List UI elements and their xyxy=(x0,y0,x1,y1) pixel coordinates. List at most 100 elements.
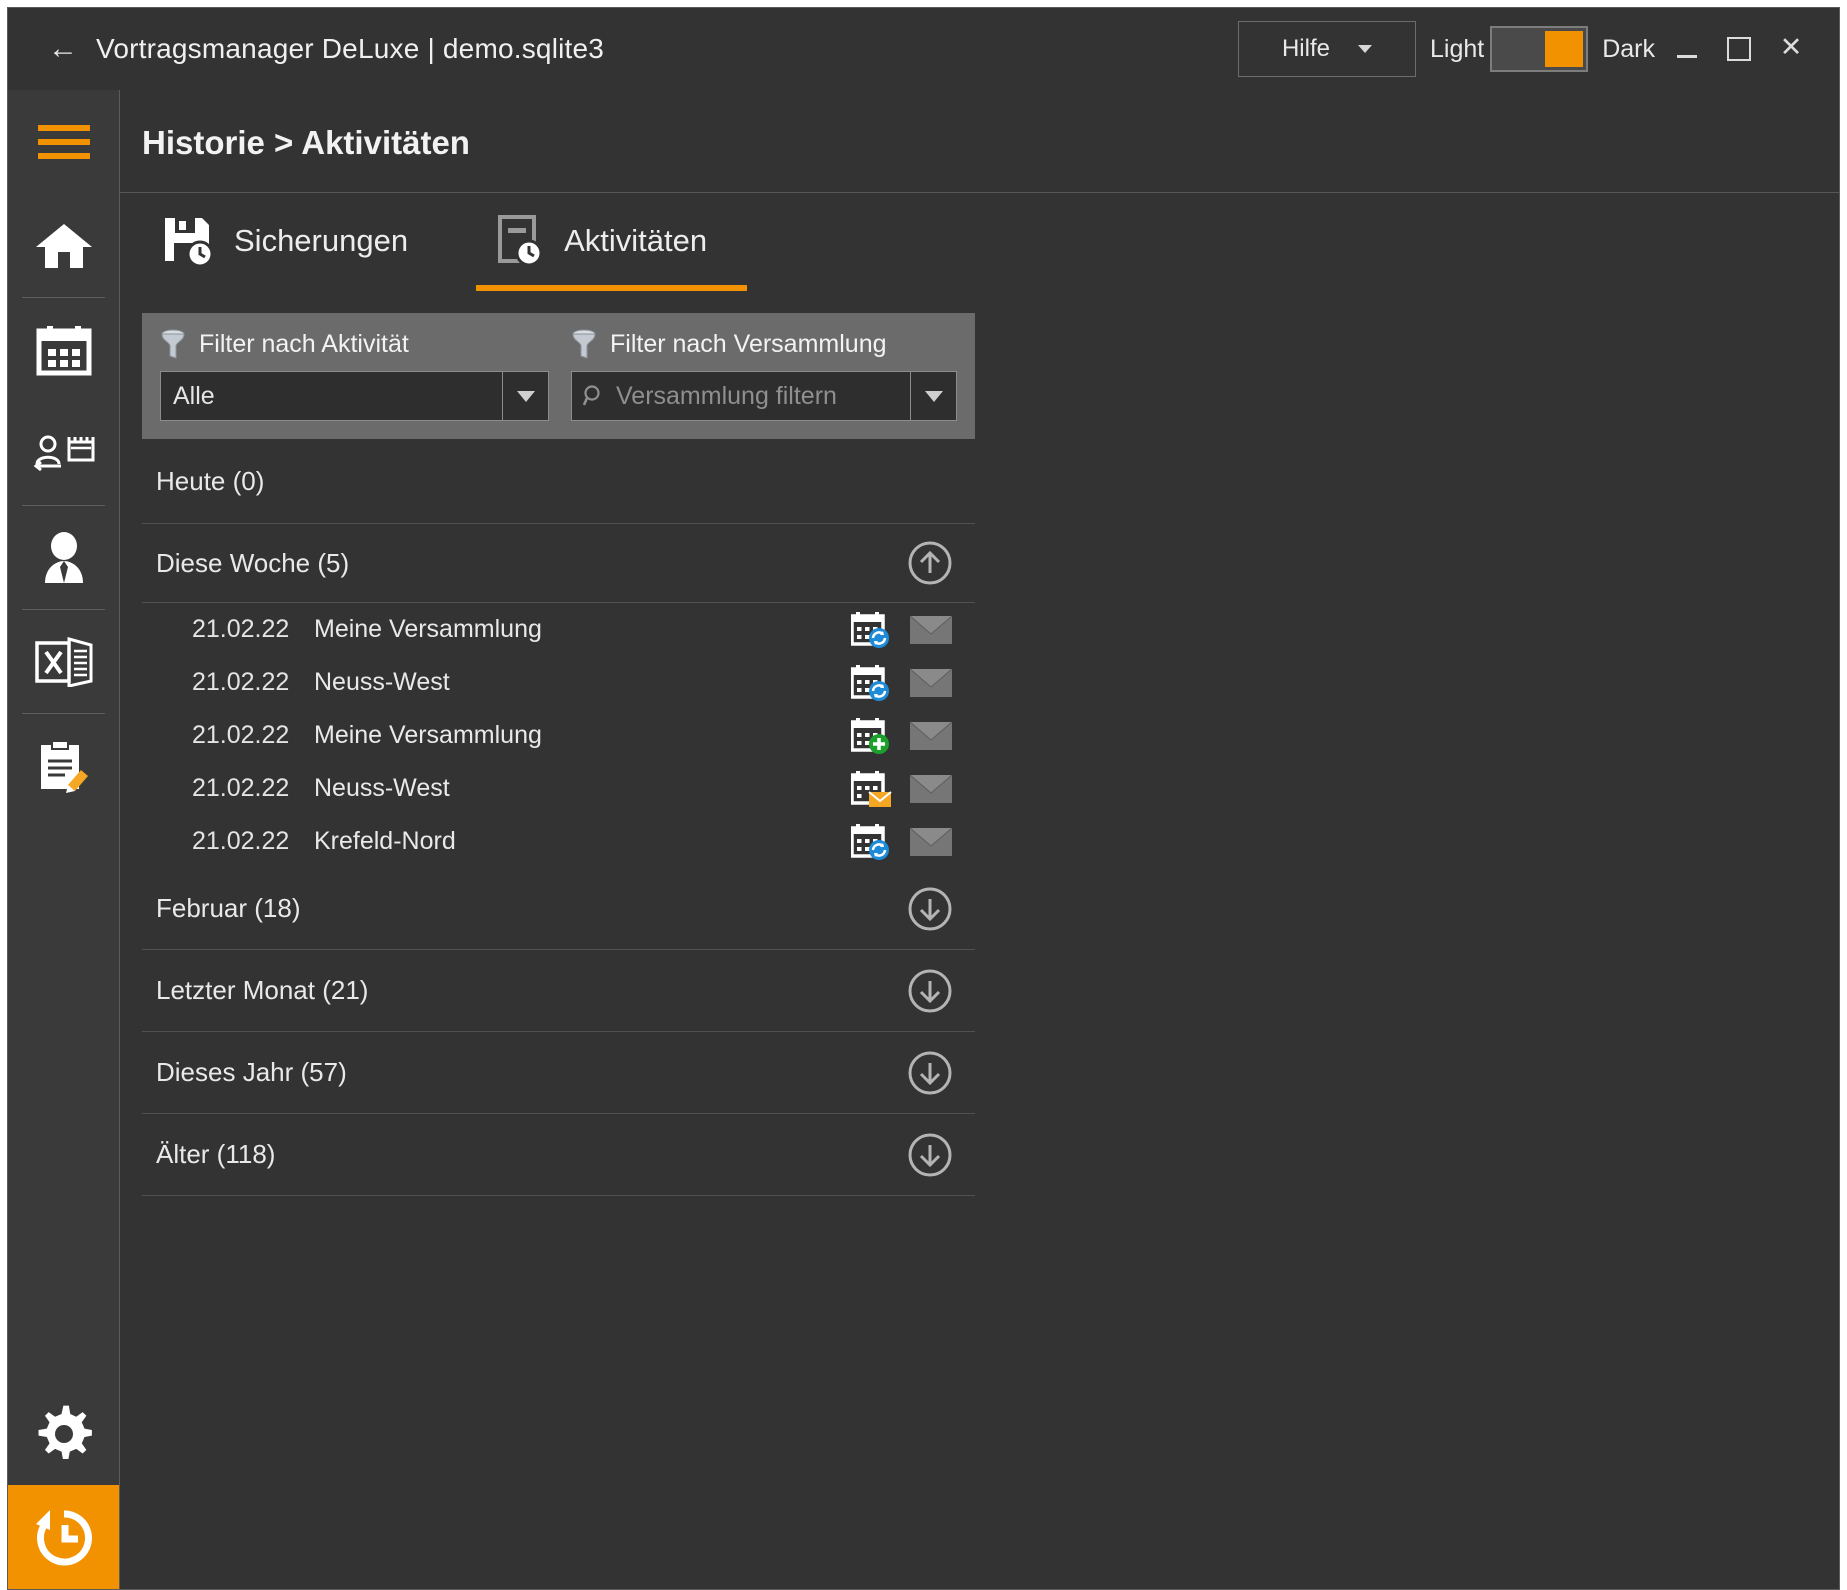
envelope-icon[interactable] xyxy=(909,772,953,806)
chevron-down-icon[interactable] xyxy=(910,372,956,420)
tab-aktivitaeten[interactable]: Aktivitäten xyxy=(476,193,748,291)
calendar-icon xyxy=(36,324,92,376)
panel-area: Filter nach Aktivität Alle Filter nach V… xyxy=(120,291,1839,1589)
window-body: Historie > Aktivitäten Sicherungen Aktiv… xyxy=(8,90,1839,1589)
tab-label: Sicherungen xyxy=(234,223,409,258)
filter-activity-group: Filter nach Aktivität Alle xyxy=(160,329,549,421)
home-icon xyxy=(35,221,93,271)
arrow-down-circle-icon[interactable] xyxy=(907,968,953,1014)
filter-panel: Filter nach Aktivität Alle Filter nach V… xyxy=(142,313,975,439)
group-header-aelter[interactable]: Älter (118) xyxy=(142,1114,975,1196)
funnel-icon xyxy=(160,329,186,359)
sidebar-menu-toggle[interactable] xyxy=(8,90,119,194)
toggle-knob xyxy=(1545,31,1584,67)
group-label: Heute (0) xyxy=(156,465,265,496)
magnifier-icon xyxy=(582,384,606,408)
group-header-heute[interactable]: Heute (0) xyxy=(142,439,975,523)
item-name: Neuss-West xyxy=(314,774,450,802)
activity-list: Heute (0) Diese Woche (5) 21.02.22 Meine… xyxy=(142,439,975,1196)
item-date: 21.02.22 xyxy=(192,774,290,802)
help-label: Hilfe xyxy=(1281,35,1330,62)
envelope-icon[interactable] xyxy=(909,613,953,647)
filter-assembly-label: Filter nach Versammlung xyxy=(610,329,887,358)
table-row[interactable]: 21.02.22 Neuss-West xyxy=(142,656,975,709)
back-arrow-icon[interactable]: ← xyxy=(48,34,78,64)
item-date: 21.02.22 xyxy=(192,615,290,643)
group-header-diese-woche[interactable]: Diese Woche (5) xyxy=(142,523,975,603)
row-actions xyxy=(851,716,953,756)
calendar-sync-icon[interactable] xyxy=(851,610,895,650)
minimize-button[interactable] xyxy=(1661,23,1713,75)
group-header-letzter-monat[interactable]: Letzter Monat (21) xyxy=(142,950,975,1032)
gear-icon xyxy=(33,1402,95,1464)
application-window: ← Vortragsmanager DeLuxe | demo.sqlite3 … xyxy=(7,7,1840,1590)
calendar-sync-icon[interactable] xyxy=(851,663,895,703)
group-label: Dieses Jahr (57) xyxy=(156,1057,347,1087)
hamburger-menu-icon xyxy=(37,125,90,159)
table-row[interactable]: 21.02.22 Meine Versammlung xyxy=(142,603,975,656)
envelope-icon[interactable] xyxy=(909,825,953,859)
floppy-clock-icon xyxy=(162,215,216,267)
help-dropdown-button[interactable]: Hilfe xyxy=(1237,21,1416,77)
row-actions xyxy=(851,663,953,703)
table-row[interactable]: 21.02.22 Meine Versammlung xyxy=(142,709,975,762)
item-date: 21.02.22 xyxy=(192,827,290,855)
sidebar-item-history[interactable] xyxy=(8,1485,119,1589)
titlebar-controls: Hilfe Light Dark ✕ xyxy=(1237,21,1839,77)
row-actions xyxy=(851,769,953,809)
calendar-mail-icon[interactable] xyxy=(851,769,895,809)
group-label: Älter (118) xyxy=(156,1139,276,1169)
sidebar-item-calendar[interactable] xyxy=(8,298,119,402)
sidebar-item-notes[interactable] xyxy=(8,714,119,818)
group-label: Letzter Monat (21) xyxy=(156,975,369,1005)
envelope-icon[interactable] xyxy=(909,719,953,753)
breadcrumb: Historie > Aktivitäten xyxy=(142,124,470,161)
theme-toggle-switch[interactable] xyxy=(1490,26,1589,72)
sidebar-item-home[interactable] xyxy=(8,194,119,298)
tab-bar: Sicherungen Aktivitäten xyxy=(120,192,1839,291)
group-header-dieses-jahr[interactable]: Dieses Jahr (57) xyxy=(142,1032,975,1114)
maximize-button[interactable] xyxy=(1713,23,1765,75)
item-date: 21.02.22 xyxy=(192,668,290,696)
item-name: Meine Versammlung xyxy=(314,615,542,643)
arrow-down-circle-icon[interactable] xyxy=(907,1050,953,1096)
clipboard-edit-icon xyxy=(35,739,93,793)
arrow-down-circle-icon[interactable] xyxy=(907,1132,953,1178)
tab-label: Aktivitäten xyxy=(564,223,708,258)
close-button[interactable]: ✕ xyxy=(1765,23,1817,75)
sidebar-item-speaker[interactable] xyxy=(8,506,119,610)
item-date: 21.02.22 xyxy=(192,721,290,749)
sidebar-item-speaker-exchange[interactable] xyxy=(8,402,119,506)
row-actions xyxy=(851,610,953,650)
excel-icon xyxy=(34,637,94,687)
group-label: Februar (18) xyxy=(156,893,301,923)
filter-activity-label: Filter nach Aktivität xyxy=(199,329,409,358)
calendar-sync-icon[interactable] xyxy=(851,822,895,862)
sidebar-item-excel-export[interactable] xyxy=(8,610,119,714)
calendar-add-icon[interactable] xyxy=(851,716,895,756)
item-name: Krefeld-Nord xyxy=(314,827,456,855)
toggle-track xyxy=(1495,31,1546,67)
filter-assembly-select[interactable]: Versammlung filtern xyxy=(571,371,957,421)
filter-activity-value: Alle xyxy=(173,381,215,410)
window-title: Vortragsmanager DeLuxe | demo.sqlite3 xyxy=(96,33,605,64)
filter-assembly-group: Filter nach Versammlung Versammlung filt… xyxy=(571,329,957,421)
envelope-icon[interactable] xyxy=(909,666,953,700)
table-row[interactable]: 21.02.22 Krefeld-Nord xyxy=(142,815,975,868)
title-bar: ← Vortragsmanager DeLuxe | demo.sqlite3 … xyxy=(8,8,1839,90)
group-items-diese-woche: 21.02.22 Meine Versammlung 21.02.22 Neus… xyxy=(142,603,975,868)
table-row[interactable]: 21.02.22 Neuss-West xyxy=(142,762,975,815)
sidebar-item-settings[interactable] xyxy=(8,1381,119,1485)
person-suit-icon xyxy=(37,531,91,585)
group-label: Diese Woche (5) xyxy=(156,547,350,578)
arrow-down-circle-icon[interactable] xyxy=(907,886,953,932)
filter-activity-select[interactable]: Alle xyxy=(160,371,549,421)
tab-sicherungen[interactable]: Sicherungen xyxy=(142,193,448,291)
group-header-februar[interactable]: Februar (18) xyxy=(142,868,975,950)
history-clock-icon xyxy=(32,1506,96,1568)
chevron-down-icon[interactable] xyxy=(502,372,548,420)
document-clock-icon xyxy=(496,215,546,267)
filter-assembly-input-wrap[interactable]: Versammlung filtern xyxy=(572,372,910,420)
arrow-up-circle-icon[interactable] xyxy=(907,540,953,586)
